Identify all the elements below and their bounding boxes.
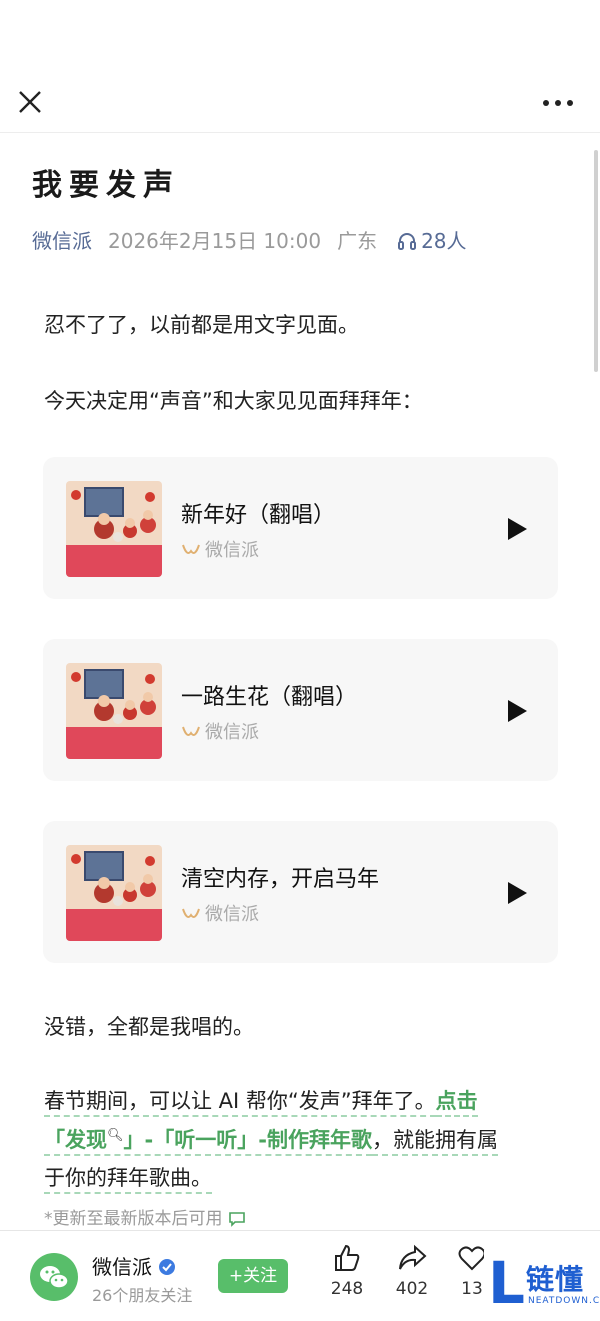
- article-meta: 微信派 2026年2月15日 10:00 广东 28人: [32, 225, 467, 254]
- headphones-icon: [398, 233, 417, 250]
- heart-icon: [458, 1246, 486, 1271]
- scrollbar[interactable]: [594, 150, 598, 372]
- song-card[interactable]: 一路生花（翻唱） 微信派: [43, 639, 558, 781]
- song-cover-image: [66, 845, 162, 941]
- discover-link[interactable]: 点击: [435, 1089, 478, 1117]
- share-arrow-icon: [399, 1244, 427, 1270]
- song-source: 微信派: [181, 900, 259, 926]
- search-icon: 🔍︎: [107, 1128, 124, 1143]
- wechat-logo-icon: [40, 1266, 69, 1289]
- follow-button[interactable]: +关注: [218, 1259, 288, 1293]
- share-button[interactable]: 402: [387, 1243, 437, 1299]
- watermark-l-mark: L: [488, 1249, 525, 1317]
- listen-count[interactable]: 28人: [397, 229, 467, 253]
- song-title: 清空内存，开启马年: [181, 867, 380, 892]
- region: 广东: [337, 229, 378, 253]
- song-source: 微信派: [181, 536, 259, 562]
- paragraph-2: 今天决定用“声音”和大家见见面拜拜年：: [44, 389, 423, 413]
- watermark-sub: NEATDOWN.COM: [528, 1296, 600, 1306]
- article-title: 我要发声: [32, 168, 180, 203]
- more-dots-icon[interactable]: [542, 98, 574, 108]
- play-icon[interactable]: [506, 881, 528, 905]
- friends-following: 26个朋友关注: [92, 1286, 193, 1305]
- song-cover-image: [66, 663, 162, 759]
- watermark-brand: 链懂: [526, 1263, 585, 1296]
- paragraph-4-line-2: 「发现🔍︎」-「听一听」-制作拜年歌，就能拥有属: [44, 1124, 498, 1156]
- song-title: 一路生花（翻唱）: [181, 685, 358, 710]
- source-logo-icon: [182, 908, 200, 918]
- song-card[interactable]: 清空内存，开启马年 微信派: [43, 821, 558, 963]
- account-avatar[interactable]: [30, 1253, 78, 1301]
- song-title: 新年好（翻唱）: [181, 503, 336, 528]
- paragraph-3: 没错，全都是我唱的。: [44, 1015, 254, 1039]
- update-note: *更新至最新版本后可用: [44, 1204, 246, 1229]
- like-button[interactable]: 248: [322, 1243, 372, 1299]
- source-logo-icon: [182, 544, 200, 554]
- watermark-logo: L 链懂 NEATDOWN.COM: [484, 1250, 600, 1320]
- comment-icon[interactable]: [228, 1211, 246, 1227]
- close-icon[interactable]: [16, 88, 44, 116]
- play-icon[interactable]: [506, 517, 528, 541]
- top-bar: [0, 0, 600, 133]
- paragraph-4-line-1: 春节期间，可以让 AI 帮你“发声”拜年了。点击: [44, 1085, 478, 1117]
- play-icon[interactable]: [506, 699, 528, 723]
- paragraph-4-line-3: 于你的拜年歌曲。: [44, 1162, 212, 1194]
- song-source: 微信派: [181, 718, 259, 744]
- publish-date: 2026年2月15日 10:00: [108, 229, 322, 253]
- account-name[interactable]: 微信派: [92, 1251, 176, 1280]
- source-logo-icon: [182, 726, 200, 736]
- discover-link-path[interactable]: 「发现🔍︎」-「听一听」-制作拜年歌: [44, 1128, 372, 1156]
- song-cover-image: [66, 481, 162, 577]
- paragraph-1: 忍不了了，以前都是用文字见面。: [44, 313, 359, 337]
- verified-badge-icon: [159, 1259, 176, 1275]
- thumbs-up-icon: [335, 1244, 360, 1271]
- author-link[interactable]: 微信派: [32, 229, 92, 253]
- song-card[interactable]: 新年好（翻唱） 微信派: [43, 457, 558, 599]
